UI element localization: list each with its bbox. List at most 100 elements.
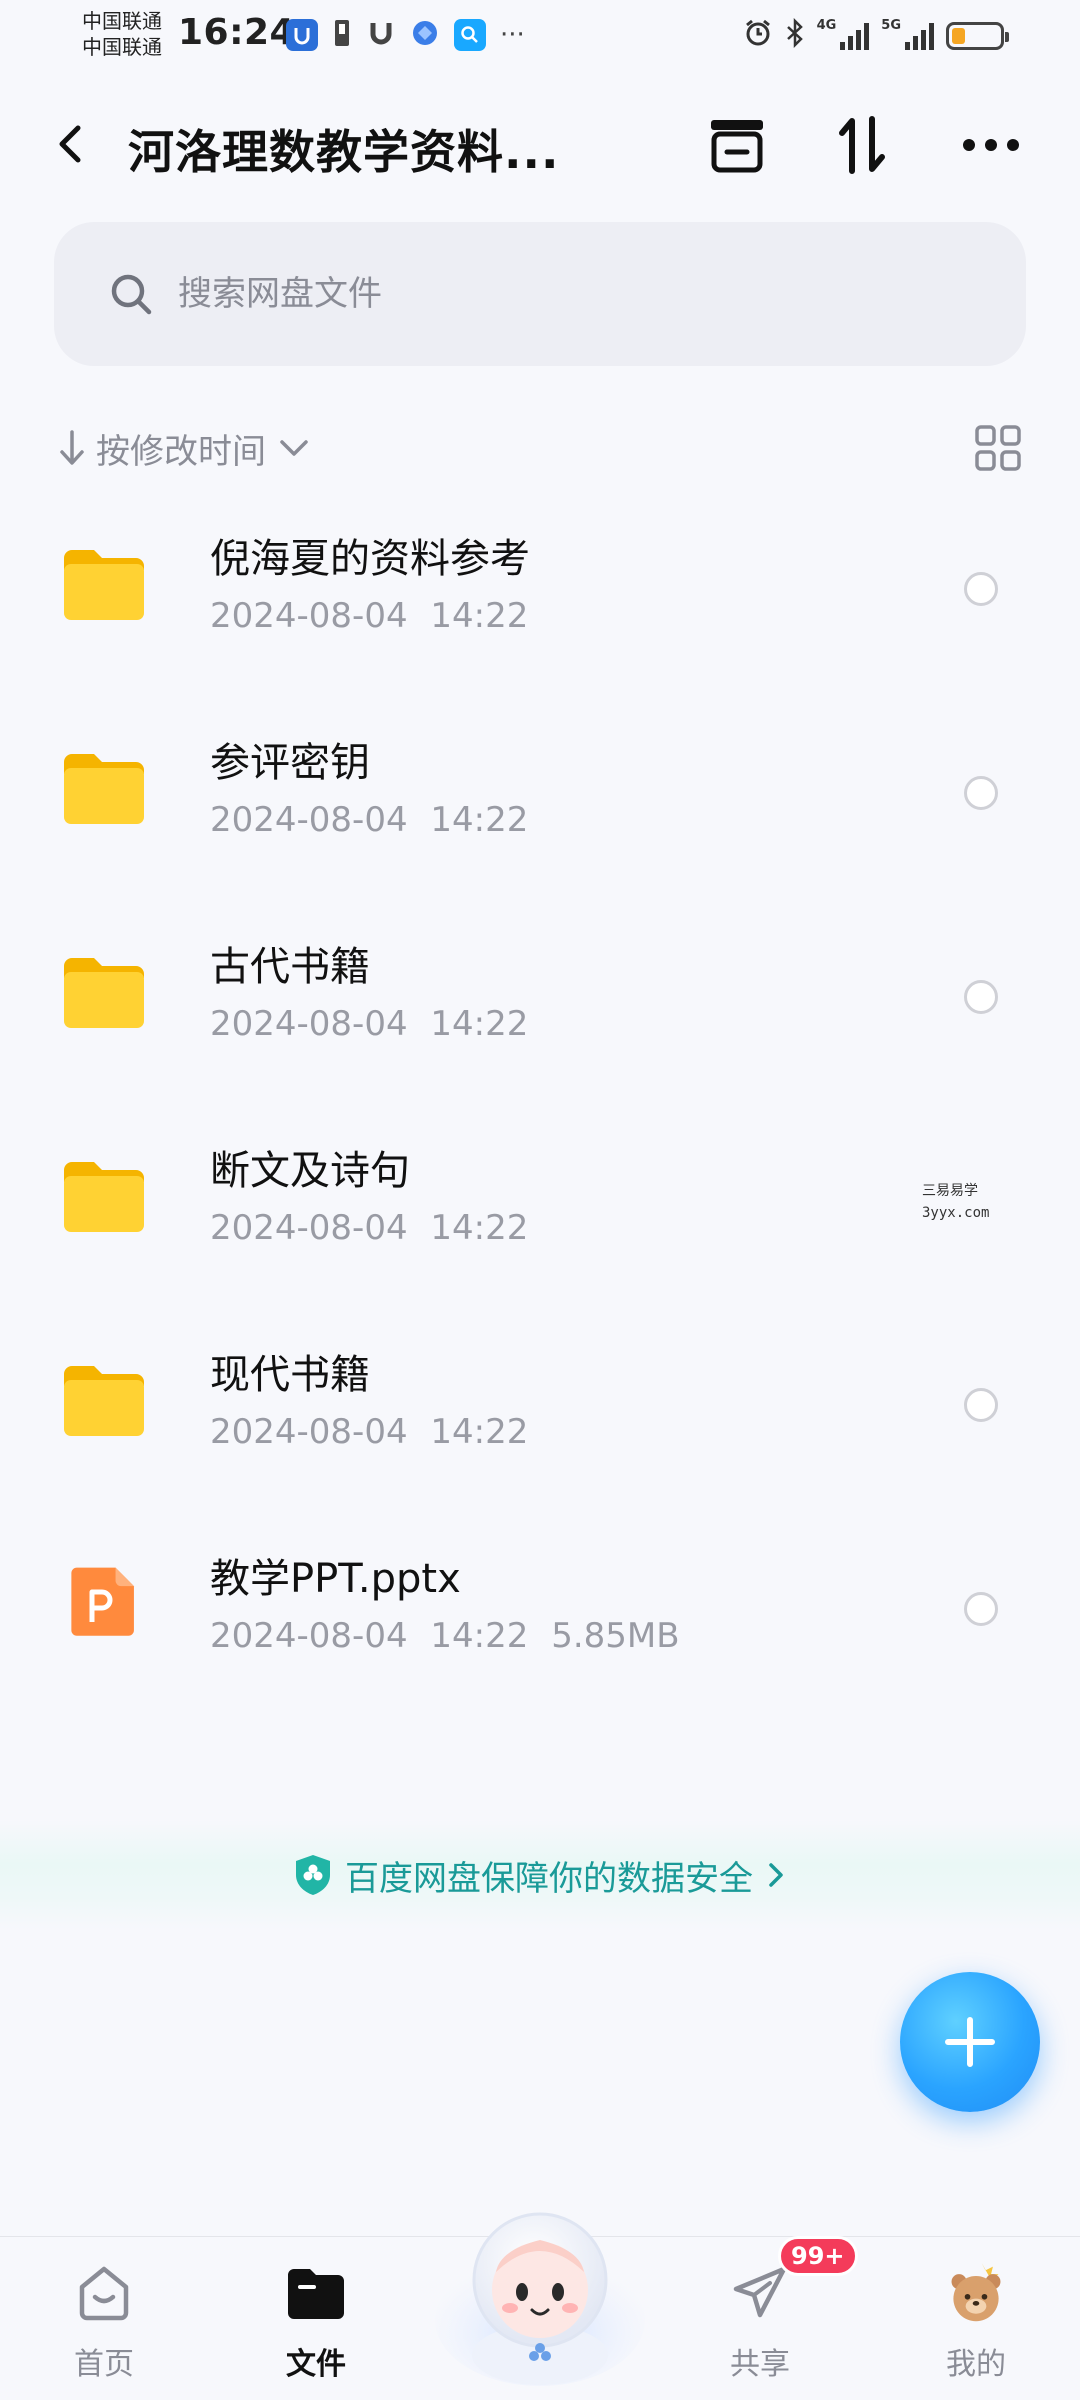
- file-meta: 2024-08-04 14:22: [210, 1412, 528, 1452]
- security-banner-text: 百度网盘保障你的数据安全: [345, 1858, 753, 1899]
- signal-strength-1-icon: [840, 22, 870, 50]
- transfer-list-button[interactable]: [704, 112, 770, 178]
- select-radio[interactable]: [964, 1592, 998, 1626]
- file-meta: 2024-08-04 14:22: [210, 596, 528, 636]
- more-notifications-icon: ···: [500, 20, 525, 50]
- grid-icon: [975, 425, 1021, 471]
- chevron-down-icon: [280, 440, 308, 456]
- back-button[interactable]: [50, 122, 94, 166]
- arrow-down-icon: [60, 430, 84, 465]
- browser-icon: [410, 18, 440, 52]
- ai-assistant-button[interactable]: [430, 2180, 650, 2390]
- file-time: 14:22: [430, 1208, 529, 1248]
- search-app-icon: [454, 19, 486, 51]
- app-notification-icon: [286, 19, 318, 51]
- file-time: 14:22: [430, 1616, 529, 1656]
- file-size: 5.85MB: [551, 1616, 680, 1656]
- archive-box-icon: [711, 120, 763, 173]
- chevron-left-icon: [59, 125, 81, 163]
- nav-item-home[interactable]: 首页: [44, 2261, 164, 2391]
- file-row[interactable]: 现代书籍 2024-08-04 14:22: [0, 1304, 1080, 1508]
- security-banner[interactable]: 百度网盘保障你的数据安全: [0, 1820, 1080, 1930]
- folder-icon: [64, 1366, 144, 1436]
- carrier-info: 中国联通 中国联通: [82, 8, 162, 60]
- search-icon: [111, 274, 152, 315]
- sort-arrows-icon: [839, 116, 885, 174]
- share-notification-badge: 99+: [778, 2236, 858, 2276]
- carrier-1: 中国联通: [82, 9, 162, 33]
- file-meta: 2024-08-04 14:22: [210, 1208, 528, 1248]
- grid-view-toggle[interactable]: [974, 424, 1022, 472]
- file-meta: 2024-08-04 14:22 5.85MB: [210, 1616, 680, 1656]
- send-icon: [728, 2261, 792, 2325]
- network-type-1: 4G: [816, 18, 837, 33]
- file-date: 2024-08-04: [210, 1616, 408, 1656]
- file-name: 断文及诗句: [210, 1148, 410, 1194]
- file-date: 2024-08-04: [210, 1412, 408, 1452]
- nav-label-home: 首页: [74, 2347, 134, 2382]
- more-options-button[interactable]: [958, 112, 1024, 178]
- nav-item-files[interactable]: 文件: [256, 2261, 376, 2391]
- nav-label-files: 文件: [286, 2347, 346, 2382]
- watermark-line-1: 三易易学: [922, 1183, 978, 1199]
- file-name: 教学PPT.pptx: [210, 1556, 461, 1602]
- security-banner-content: 百度网盘保障你的数据安全: [293, 1851, 787, 1900]
- alarm-icon: [743, 18, 773, 54]
- app-screen: 中国联通 中国联通 16:24 ··· 4G 5G 河洛理数教学资料... 搜索…: [0, 0, 1080, 2400]
- folder-icon: [64, 958, 144, 1028]
- notification-icons: ···: [286, 18, 525, 52]
- file-time: 14:22: [430, 800, 529, 840]
- clock: 16:24: [178, 12, 296, 53]
- file-row[interactable]: 断文及诗句 2024-08-04 14:22: [0, 1100, 1080, 1304]
- file-row[interactable]: 参评密钥 2024-08-04 14:22: [0, 692, 1080, 896]
- file-name: 古代书籍: [210, 944, 370, 990]
- sort-selector[interactable]: 按修改时间: [58, 420, 324, 476]
- sort-label: 按修改时间: [96, 431, 266, 472]
- file-date: 2024-08-04: [210, 596, 408, 636]
- file-time: 14:22: [430, 596, 529, 636]
- select-radio[interactable]: [964, 980, 998, 1014]
- select-radio[interactable]: [964, 1388, 998, 1422]
- shield-icon: [296, 1855, 330, 1895]
- bear-avatar-icon: [944, 2261, 1008, 2325]
- select-radio[interactable]: [964, 572, 998, 606]
- bluetooth-icon: [785, 17, 805, 54]
- file-list: 倪海夏的资料参考 2024-08-04 14:22 参评密钥 2024-08-0…: [0, 488, 1080, 1712]
- watermark-line-2: 3yyx.com: [922, 1205, 990, 1221]
- signal-strength-2-icon: [905, 22, 934, 50]
- file-date: 2024-08-04: [210, 1208, 408, 1248]
- nav-label-share: 共享: [730, 2347, 790, 2382]
- folder-icon: [64, 550, 144, 620]
- file-name: 倪海夏的资料参考: [210, 536, 530, 582]
- nav-label-me: 我的: [946, 2347, 1006, 2382]
- network-type-2: 5G: [881, 18, 901, 33]
- chevron-right-icon: [769, 1863, 783, 1887]
- file-row[interactable]: 倪海夏的资料参考 2024-08-04 14:22: [0, 488, 1080, 692]
- file-row[interactable]: 古代书籍 2024-08-04 14:22: [0, 896, 1080, 1100]
- system-icons: 4G 5G: [743, 17, 1009, 54]
- nav-item-share[interactable]: 共享: [700, 2261, 820, 2391]
- status-bar: 中国联通 中国联通 16:24 ··· 4G 5G: [0, 0, 1080, 72]
- add-button[interactable]: [900, 1972, 1040, 2112]
- nav-item-me[interactable]: 我的: [916, 2261, 1036, 2391]
- watermark: 三易易学 3yyx.com: [922, 1180, 989, 1224]
- file-time: 14:22: [430, 1412, 529, 1452]
- file-name: 现代书籍: [210, 1352, 370, 1398]
- page-title: 河洛理数教学资料...: [128, 125, 560, 179]
- battery-icon: [946, 22, 1009, 50]
- carrier-2: 中国联通: [82, 35, 162, 59]
- sort-toggle-button[interactable]: [830, 112, 896, 178]
- file-date: 2024-08-04: [210, 1004, 408, 1044]
- select-radio[interactable]: [964, 776, 998, 810]
- folder-filled-icon: [284, 2261, 348, 2325]
- folder-icon: [64, 754, 144, 824]
- file-row[interactable]: 教学PPT.pptx 2024-08-04 14:22 5.85MB: [0, 1508, 1080, 1712]
- file-name: 参评密钥: [210, 740, 370, 786]
- plus-icon: [945, 2017, 995, 2067]
- top-app-bar: 河洛理数教学资料...: [0, 100, 1080, 190]
- pptx-file-icon: [71, 1567, 134, 1636]
- file-meta: 2024-08-04 14:22: [210, 1004, 528, 1044]
- search-bar[interactable]: [54, 222, 1026, 366]
- search-input[interactable]: [178, 274, 878, 314]
- sim-icon: [332, 18, 352, 52]
